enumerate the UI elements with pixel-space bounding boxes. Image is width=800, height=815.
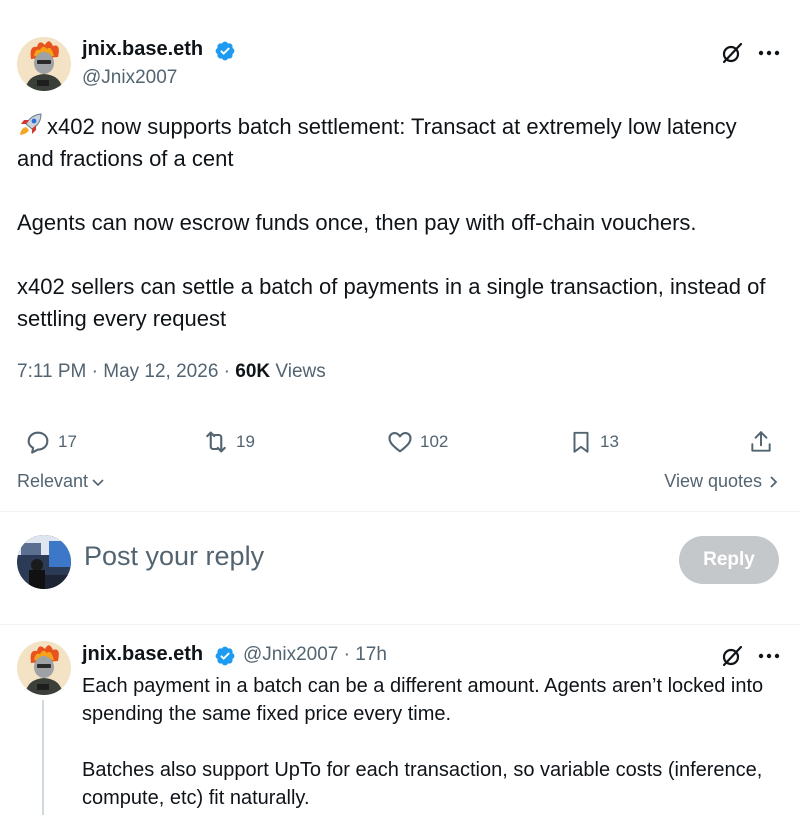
reply-icon <box>27 431 49 454</box>
view-quotes-label: View quotes <box>664 471 762 491</box>
bookmark-count: 13 <box>600 432 619 451</box>
reply-author-name[interactable]: jnix.base.eth <box>82 643 203 666</box>
share-action[interactable] <box>748 428 774 456</box>
view-quotes-link[interactable]: View quotes <box>664 471 778 492</box>
repost-count: 19 <box>236 432 255 451</box>
meta-separator: · <box>91 361 98 382</box>
reply-button[interactable]: Reply <box>679 536 779 584</box>
author-handle[interactable]: @Jnix2007 <box>82 67 177 89</box>
tweet-meta: 7:11 PM · May 12, 2026 · 60K Views <box>17 361 326 383</box>
views-label: Views <box>275 361 326 382</box>
grok-icon[interactable] <box>719 40 745 66</box>
reply-paragraph: Each payment in a batch can be a differe… <box>82 675 764 725</box>
reply-action[interactable]: 17 <box>24 428 77 456</box>
tweet-paragraph: x402 sellers can settle a batch of payme… <box>17 274 766 331</box>
sort-label: Relevant <box>17 471 89 491</box>
meta-separator: · <box>343 644 350 665</box>
reply-paragraph: Batches also support UpTo for each trans… <box>82 759 763 809</box>
chevron-down-icon <box>92 478 104 486</box>
verified-badge-icon <box>214 40 236 67</box>
reply-time[interactable]: 17h <box>355 644 387 665</box>
repost-icon <box>206 431 226 453</box>
share-icon <box>751 431 771 452</box>
reply-text: Each payment in a batch can be a differe… <box>82 672 772 812</box>
tweet-paragraph: x402 now supports batch settlement: Tran… <box>17 112 737 171</box>
heart-icon <box>388 431 412 453</box>
chevron-right-icon <box>770 475 778 488</box>
reply-author-avatar[interactable] <box>17 641 71 695</box>
like-count: 102 <box>420 432 449 451</box>
author-avatar[interactable] <box>17 37 71 91</box>
tweet-text: x402 now supports batch settlement: Tran… <box>17 111 777 335</box>
user-avatar[interactable] <box>17 535 71 589</box>
divider <box>0 511 800 512</box>
reply-header-meta: @Jnix2007 · 17h <box>243 644 387 666</box>
reply-sort-dropdown[interactable]: Relevant <box>17 471 105 492</box>
reply-input[interactable]: Post your reply <box>84 541 264 572</box>
repost-action[interactable]: 19 <box>202 428 255 456</box>
divider <box>0 624 800 625</box>
more-options-icon[interactable] <box>756 40 782 66</box>
more-options-icon[interactable] <box>756 643 782 669</box>
tweet-paragraph: Agents can now escrow funds once, then p… <box>17 210 697 235</box>
reply-author-handle[interactable]: @Jnix2007 <box>243 644 338 665</box>
rocket-icon <box>17 112 45 138</box>
reply-count: 17 <box>58 432 77 451</box>
bookmark-icon <box>573 431 589 453</box>
bookmark-action[interactable]: 13 <box>568 428 619 456</box>
like-action[interactable]: 102 <box>386 428 448 456</box>
meta-separator: · <box>223 361 230 382</box>
thread-line <box>42 700 44 815</box>
verified-badge-icon <box>214 645 236 672</box>
tweet-time[interactable]: 7:11 PM <box>17 361 86 382</box>
tweet-date[interactable]: May 12, 2026 <box>103 361 218 382</box>
views-count: 60K <box>235 361 271 382</box>
author-name[interactable]: jnix.base.eth <box>82 38 203 61</box>
grok-icon[interactable] <box>719 643 745 669</box>
